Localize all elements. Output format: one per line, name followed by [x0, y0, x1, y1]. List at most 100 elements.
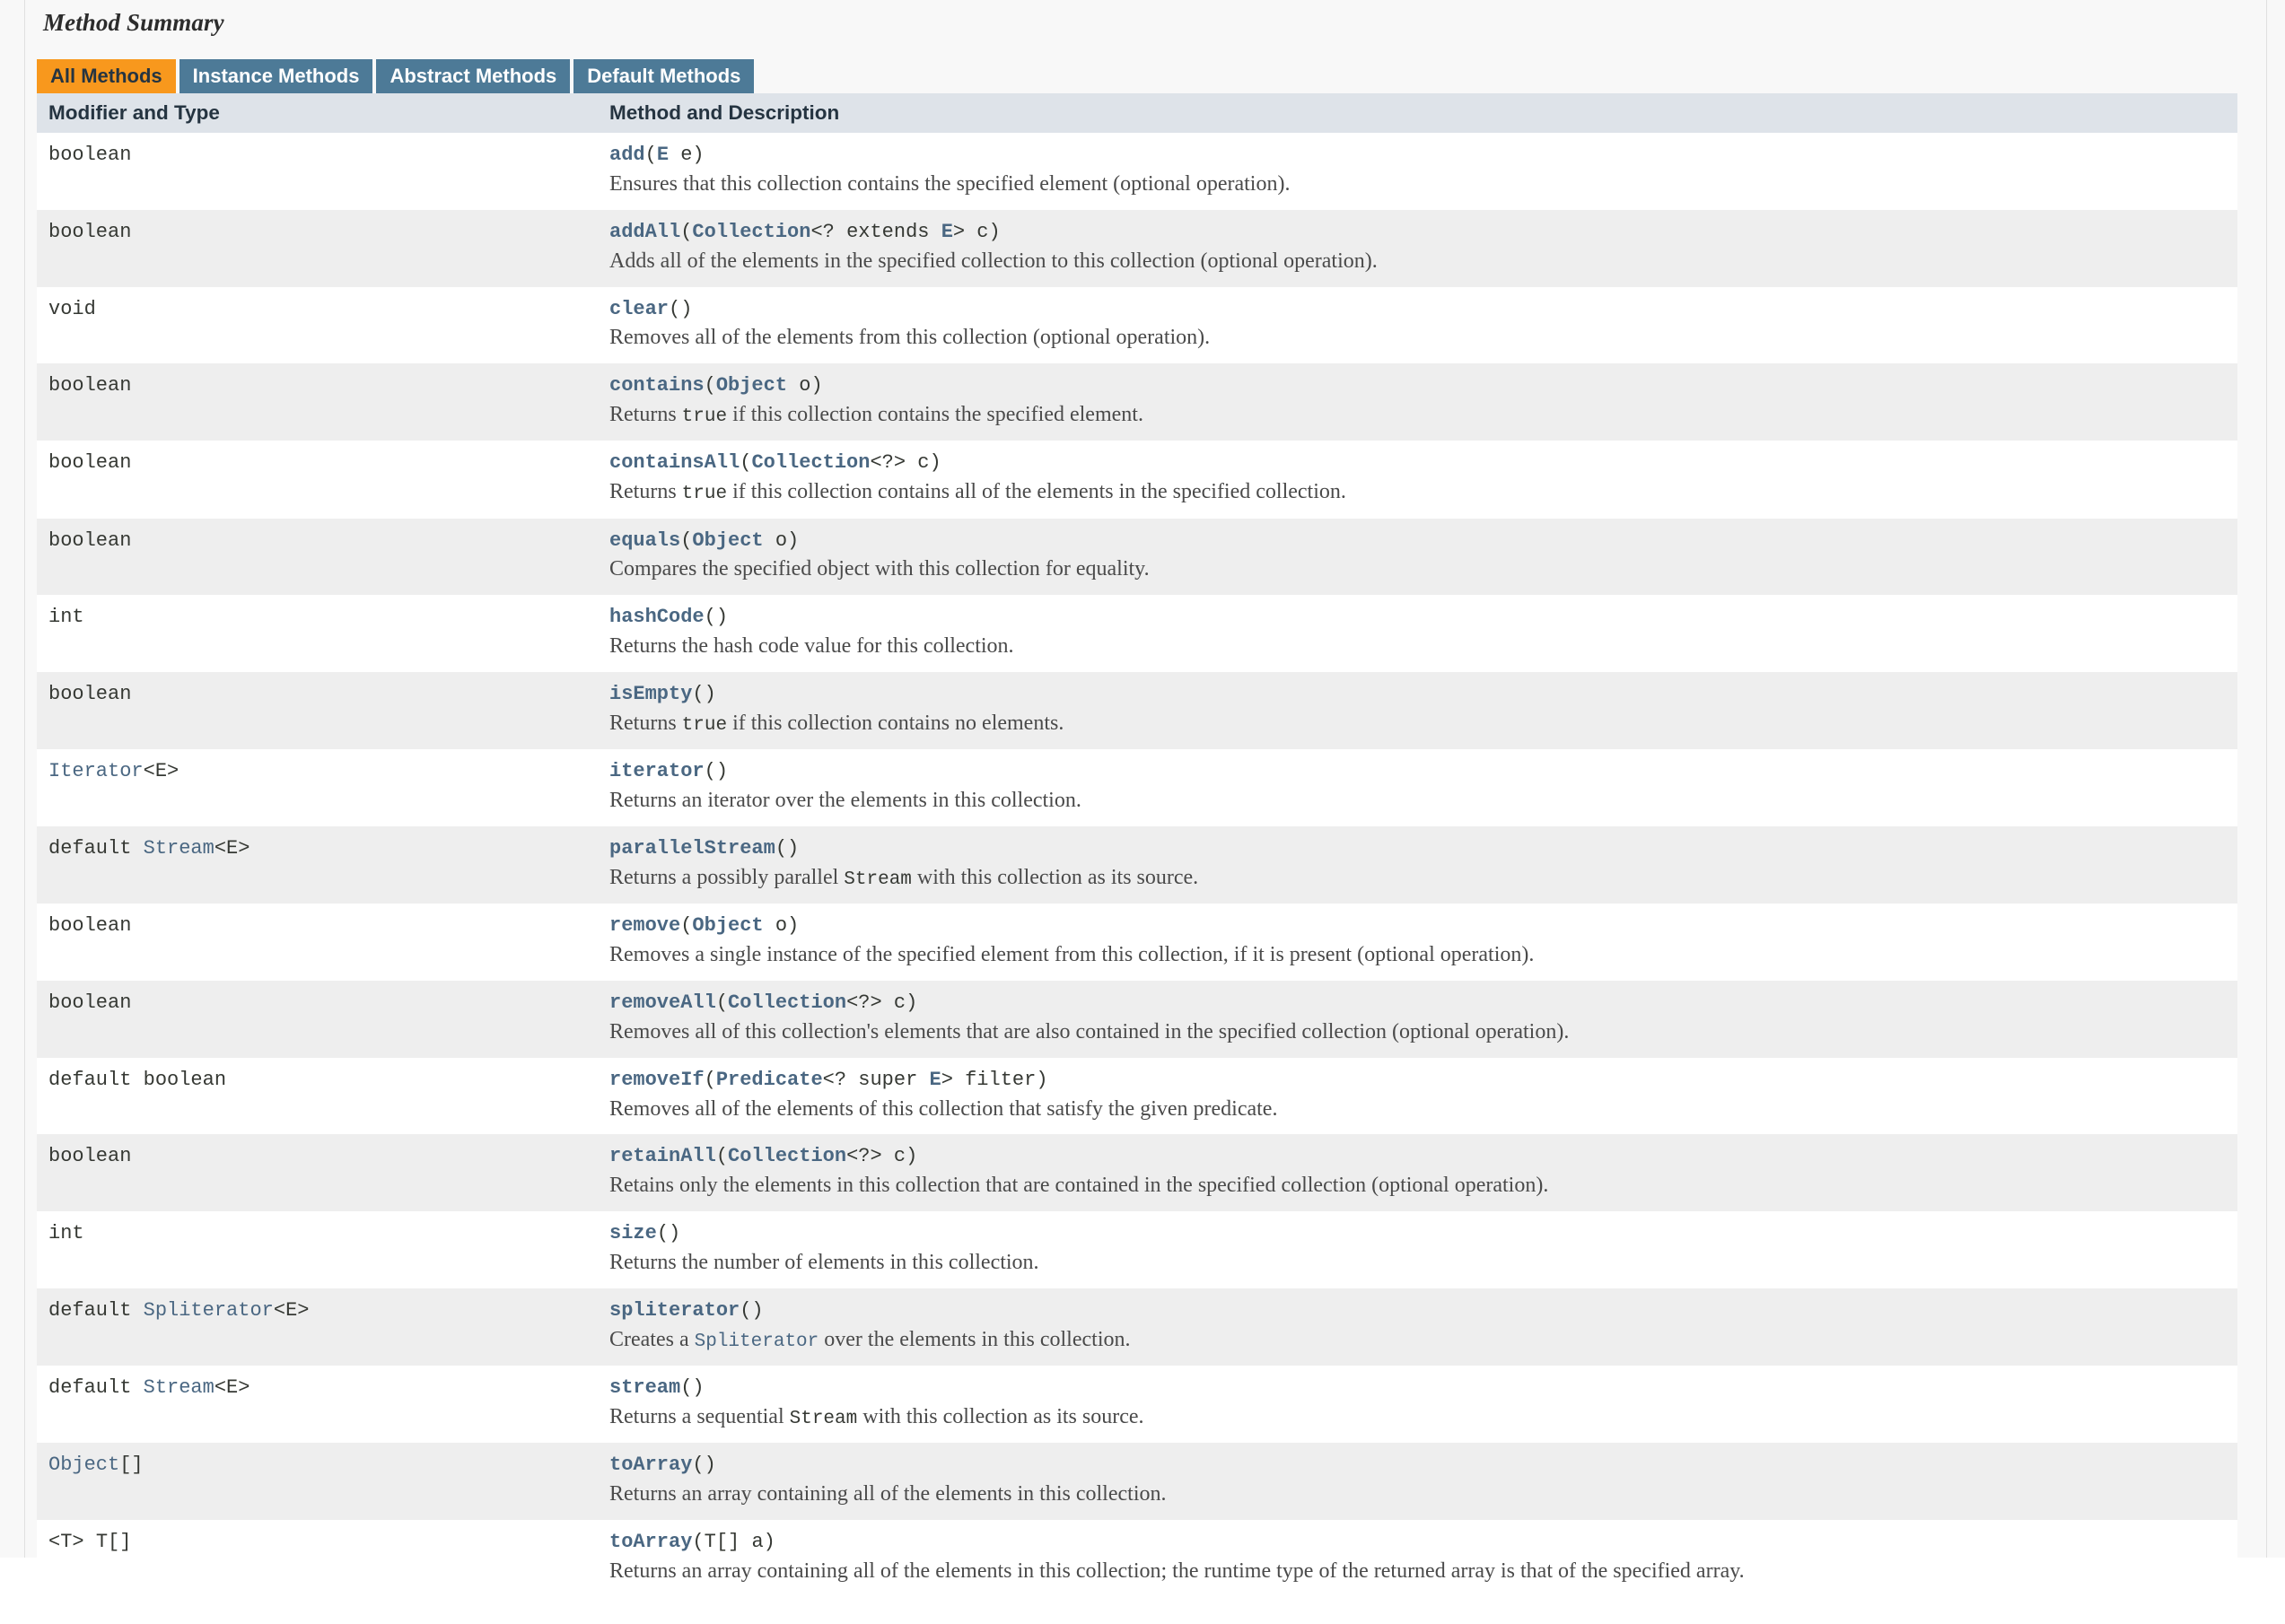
cell-modifier-and-type: default Spliterator<E> — [37, 1288, 598, 1366]
method-link-addall[interactable]: addAll — [609, 221, 680, 243]
type-link-collection[interactable]: Collection — [728, 1145, 846, 1167]
cell-method-and-description: containsAll(Collection<?> c) Returns true… — [598, 441, 2237, 519]
cell-modifier-and-type: default Stream<E> — [37, 825, 598, 904]
tab-all-methods[interactable]: All Methods — [37, 59, 176, 93]
method-signature: isEmpty() — [609, 683, 716, 706]
method-link-equals[interactable]: equals — [609, 529, 680, 552]
type-link-collection[interactable]: Collection — [692, 221, 810, 243]
table-row: default Stream<E> stream() Returns a seque… — [37, 1365, 2237, 1444]
type-link-spliterator[interactable]: Spliterator — [144, 1299, 274, 1322]
method-signature: iterator() — [609, 760, 729, 783]
cell-method-and-description: equals(Object o) Compares the specified o… — [598, 518, 2237, 596]
type-link-e[interactable]: E — [941, 221, 953, 243]
method-link-toarray[interactable]: toArray — [609, 1454, 692, 1476]
method-link-add[interactable]: add — [609, 144, 645, 166]
table-row: boolean isEmpty() Returns true if this col… — [37, 672, 2237, 750]
cell-method-and-description: toArray(T[] a) Returns an array containin… — [598, 1519, 2237, 1597]
cell-method-and-description: removeIf(Predicate<? super E> filter) Rem… — [598, 1057, 2237, 1135]
method-description: Returns true if this collection contains… — [609, 403, 1143, 428]
type-link-collection[interactable]: Collection — [728, 991, 846, 1014]
method-description: Returns the number of elements in this c… — [609, 1251, 1039, 1275]
table-row: int hashCode() Returns the hash code value… — [37, 595, 2237, 673]
method-link-spliterator[interactable]: spliterator — [609, 1299, 740, 1322]
method-signature: removeIf(Predicate<? super E> filter) — [609, 1068, 1048, 1091]
method-link-clear[interactable]: clear — [609, 298, 669, 320]
cell-method-and-description: retainAll(Collection<?> c) Retains only t… — [598, 1134, 2237, 1212]
method-description: Adds all of the elements in the specifie… — [609, 249, 1378, 273]
type-link-object[interactable]: Object — [716, 374, 787, 397]
method-signature: removeAll(Collection<?> c) — [609, 991, 918, 1014]
method-signature: spliterator() — [609, 1298, 764, 1322]
method-signature: stream() — [609, 1375, 705, 1399]
method-signature: equals(Object o) — [609, 528, 800, 552]
type-link-object[interactable]: Object — [692, 529, 763, 552]
table-row: Object[] toArray() Returns an array contai… — [37, 1443, 2237, 1520]
type-link-object[interactable]: Object — [692, 914, 763, 937]
type-link-stream[interactable]: Stream — [144, 837, 214, 860]
method-link-iterator[interactable]: iterator — [609, 760, 705, 782]
tab-abstract-methods[interactable]: Abstract Methods — [376, 59, 571, 93]
table-header-row: Modifier and Type Method and Description — [37, 93, 2237, 133]
method-link-toarray[interactable]: toArray — [609, 1531, 692, 1553]
method-signature: size() — [609, 1222, 681, 1245]
cell-modifier-and-type: boolean — [37, 363, 598, 441]
method-signature: containsAll(Collection<?> c) — [609, 451, 941, 475]
table-row: default Spliterator<E> spliterator() Creat… — [37, 1288, 2237, 1366]
cell-modifier-and-type: boolean — [37, 133, 598, 210]
method-description: Returns true if this collection contains… — [609, 711, 1064, 736]
method-signature: parallelStream() — [609, 836, 800, 860]
cell-method-and-description: add(E e) Ensures that this collection con… — [598, 133, 2237, 210]
type-link-object[interactable]: Object — [48, 1454, 119, 1476]
method-link-removeall[interactable]: removeAll — [609, 991, 716, 1014]
method-link-containsall[interactable]: containsAll — [609, 451, 740, 474]
cell-modifier-and-type: <T> T[] — [37, 1519, 598, 1597]
cell-method-and-description: size() Returns the number of elements in … — [598, 1211, 2237, 1288]
method-description: Returns the hash code value for this col… — [609, 634, 1014, 659]
method-link-contains[interactable]: contains — [609, 374, 705, 397]
method-signature: add(E e) — [609, 144, 705, 166]
method-link-isempty[interactable]: isEmpty — [609, 683, 692, 705]
cell-method-and-description: toArray() Returns an array containing all… — [598, 1443, 2237, 1520]
cell-method-and-description: iterator() Returns an iterator over the e… — [598, 749, 2237, 826]
type-link-collection[interactable]: Collection — [751, 451, 870, 474]
cell-method-and-description: stream() Returns a sequential Stream with… — [598, 1365, 2237, 1444]
cell-modifier-and-type: void — [37, 286, 598, 364]
method-link-parallelstream[interactable]: parallelStream — [609, 837, 775, 860]
inline-code: Stream — [844, 869, 912, 890]
type-link-e[interactable]: E — [929, 1069, 941, 1091]
method-link-remove[interactable]: remove — [609, 914, 680, 937]
method-signature: retainAll(Collection<?> c) — [609, 1145, 918, 1168]
type-link-e[interactable]: E — [657, 144, 669, 166]
method-link-stream[interactable]: stream — [609, 1376, 680, 1399]
type-link-spliterator[interactable]: Spliterator — [695, 1332, 819, 1352]
type-link-stream[interactable]: Stream — [144, 1376, 214, 1399]
cell-method-and-description: isEmpty() Returns true if this collection… — [598, 672, 2237, 750]
method-link-removeif[interactable]: removeIf — [609, 1069, 705, 1091]
table-row: boolean contains(Object o) Returns true if… — [37, 363, 2237, 441]
method-link-retainall[interactable]: retainAll — [609, 1145, 716, 1167]
table-row: default boolean removeIf(Predicate<? supe… — [37, 1057, 2237, 1135]
table-row: boolean addAll(Collection<? extends E> c)… — [37, 209, 2237, 287]
table-row: boolean remove(Object o) Removes a single … — [37, 904, 2237, 981]
column-header-modifier-and-type: Modifier and Type — [37, 93, 598, 133]
method-description: Creates a Spliterator over the elements … — [609, 1327, 1131, 1352]
method-description: Ensures that this collection contains th… — [609, 171, 1291, 196]
tab-instance-methods[interactable]: Instance Methods — [179, 59, 373, 93]
type-link-predicate[interactable]: Predicate — [716, 1069, 823, 1091]
method-link-hashcode[interactable]: hashCode — [609, 606, 705, 628]
method-description: Compares the specified object with this … — [609, 557, 1150, 581]
table-row: int size() Returns the number of elements … — [37, 1211, 2237, 1288]
table-row: void clear() Removes all of the elements f… — [37, 286, 2237, 364]
method-signature: toArray(T[] a) — [609, 1530, 775, 1553]
method-link-size[interactable]: size — [609, 1222, 657, 1244]
tab-default-methods[interactable]: Default Methods — [573, 59, 755, 93]
cell-method-and-description: clear() Removes all of the elements from … — [598, 286, 2237, 364]
type-link-iterator[interactable]: Iterator — [48, 760, 144, 782]
cell-modifier-and-type: default boolean — [37, 1057, 598, 1135]
method-summary-table: Modifier and Type Method and Description… — [37, 93, 2237, 1597]
cell-modifier-and-type: boolean — [37, 980, 598, 1058]
cell-modifier-and-type: boolean — [37, 904, 598, 981]
inline-code: true — [681, 714, 728, 736]
cell-modifier-and-type: int — [37, 1211, 598, 1288]
table-row: boolean equals(Object o) Compares the spec… — [37, 518, 2237, 596]
